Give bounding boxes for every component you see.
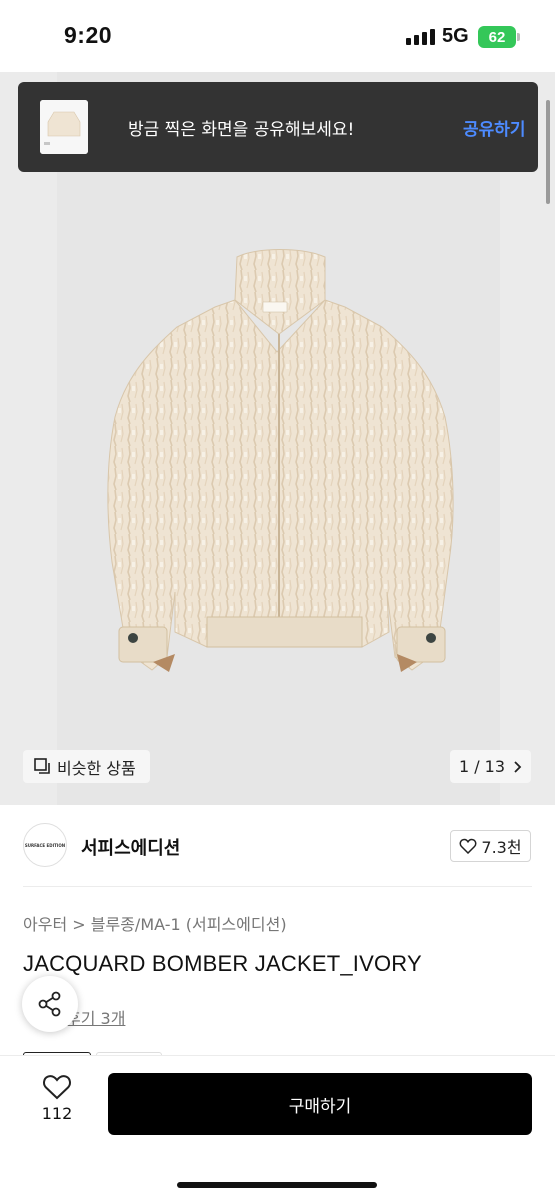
divider (23, 886, 532, 887)
similar-items-icon (34, 758, 50, 774)
breadcrumb[interactable]: 아우터 > 블루종/MA-1 (서피스에디션) (23, 911, 287, 935)
product-title: JACQUARD BOMBER JACKET_IVORY (23, 951, 422, 976)
share-icon (38, 991, 61, 1017)
product-like-count: 112 (41, 1104, 73, 1123)
share-now-button[interactable]: 공유하기 (463, 115, 526, 140)
brand-logo[interactable]: SURFACE EDITION (23, 823, 67, 867)
bottom-action-bar: 112 구매하기 (0, 1055, 555, 1200)
breadcrumb-separator-icon: > (72, 915, 91, 934)
toast-message: 방금 찍은 화면을 공유해보세요! (128, 120, 355, 140)
brand-logo-text: SURFACE EDITION (24, 842, 66, 848)
buy-button[interactable]: 구매하기 (108, 1073, 532, 1135)
network-type: 5G (442, 25, 469, 47)
similar-products-button[interactable]: 비슷한 상품 (23, 750, 150, 783)
similar-products-label: 비슷한 상품 (57, 758, 136, 778)
heart-icon (43, 1075, 71, 1100)
status-time: 9:20 (64, 22, 113, 48)
battery-tip (517, 33, 520, 41)
jacket-illustration (107, 249, 454, 672)
battery-icon: 62 (478, 26, 516, 48)
brand-like-button[interactable]: 7.3천 (450, 830, 531, 862)
product-image[interactable] (57, 72, 500, 805)
breadcrumb-category[interactable]: 아우터 (23, 915, 67, 934)
status-bar: 9:20 5G 62 (0, 0, 555, 72)
scroll-indicator[interactable] (546, 100, 550, 204)
brand-name[interactable]: 서피스에디션 (81, 834, 180, 860)
share-screenshot-toast: 방금 찍은 화면을 공유해보세요! 공유하기 (18, 82, 538, 172)
battery-level: 62 (488, 28, 506, 46)
brand-like-count: 7.3천 (481, 838, 522, 857)
home-indicator[interactable] (177, 1182, 377, 1188)
page-counter-label: 1 / 13 (458, 757, 506, 776)
screenshot-thumbnail[interactable] (40, 100, 88, 154)
chevron-right-icon (514, 760, 522, 773)
heart-icon (459, 838, 477, 854)
product-image-gallery[interactable] (0, 72, 555, 805)
thumbnail-jacket-image (40, 100, 88, 154)
share-button[interactable] (22, 976, 78, 1032)
image-page-counter[interactable]: 1 / 13 (450, 750, 531, 783)
breadcrumb-subcategory[interactable]: 블루종/MA-1 (서피스에디션) (91, 915, 287, 934)
product-like-button[interactable]: 112 (30, 1074, 84, 1123)
cellular-signal-icon (406, 29, 435, 45)
